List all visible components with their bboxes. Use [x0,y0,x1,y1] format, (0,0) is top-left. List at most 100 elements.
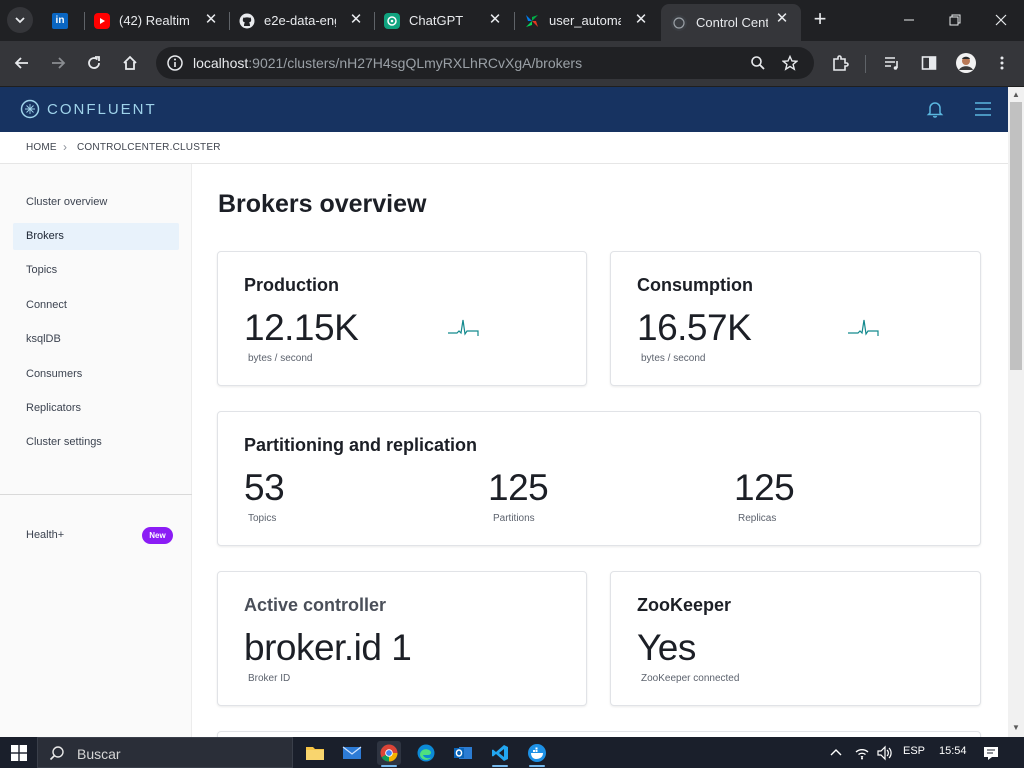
language-indicator[interactable]: ESP [903,745,925,757]
star-icon[interactable] [782,55,798,71]
more-vert-icon [1000,56,1004,70]
card-title: Production [244,275,339,295]
vscode-icon[interactable] [488,741,512,765]
docker-icon[interactable] [525,741,549,765]
clock[interactable]: 15:54 [939,745,967,757]
browser-toolbar: localhost:9021/clusters/nH27H4sgQLmyRXLh… [0,41,1024,87]
start-button[interactable] [0,737,37,768]
scroll-thumb[interactable] [1010,102,1022,370]
close-icon[interactable]: ✕ [775,11,789,26]
sidebar: Cluster overview Brokers Topics Connect … [0,164,192,737]
tab-linkedin[interactable]: in [42,5,82,36]
address-url: localhost:9021/clusters/nH27H4sgQLmyRXLh… [193,55,582,71]
speaker-icon[interactable] [876,745,892,761]
sidebar-item-cluster-settings[interactable]: Cluster settings [13,429,179,456]
sidebar-item-ksqldb[interactable]: ksqlDB [13,326,179,353]
forward-button[interactable] [44,49,72,77]
arrow-right-icon [52,57,66,69]
outlook-icon[interactable] [451,741,475,765]
new-tab-button[interactable]: + [808,8,832,32]
card-title: ZooKeeper [637,595,732,615]
minimize-button[interactable] [886,0,932,40]
arrow-left-icon [14,57,28,69]
zoom-icon[interactable] [750,55,766,71]
sidebar-item-topics[interactable]: Topics [13,257,179,284]
breadcrumb-home[interactable]: HOME [26,142,57,153]
page-title: Brokers overview [218,190,427,218]
production-card[interactable]: Production 12.15K bytes / second [217,251,587,386]
chevron-up-icon[interactable] [830,747,842,757]
search-placeholder: Buscar [77,746,121,762]
profile-button[interactable] [952,49,980,77]
info-icon[interactable] [166,54,184,72]
active-controller-card[interactable]: Active controller broker.id 1 Broker ID [217,571,587,706]
sidebar-item-connect[interactable]: Connect [13,292,179,319]
close-icon[interactable]: ✕ [488,12,502,27]
url-path: :9021/clusters/nH27H4sgQLmyRXLhRCvXgA/br… [248,55,583,71]
taskbar-search[interactable]: Buscar [37,737,293,768]
chevron-right-icon: › [206,140,210,154]
github-icon [239,12,255,29]
tab-title: e2e-data-eng [264,13,336,28]
search-icon [49,746,64,761]
scroll-down-icon[interactable]: ▼ [1011,723,1021,733]
media-button[interactable] [878,49,906,77]
edge-icon[interactable] [414,741,438,765]
wifi-icon[interactable] [854,745,870,761]
url-host: localhost [193,55,249,71]
youtube-icon [94,12,110,29]
file-explorer-icon[interactable] [303,741,327,765]
close-window-button[interactable] [978,0,1024,40]
production-sparkline [448,319,479,336]
new-badge: New [142,527,173,544]
card-title: Consumption [637,275,753,295]
home-button[interactable] [116,49,144,77]
tab-youtube[interactable]: (42) Realtime ✕ [84,5,230,36]
chrome-icon[interactable] [377,741,401,765]
avatar [956,53,976,73]
sidebar-item-consumers[interactable]: Consumers [13,361,179,388]
browser-tab-strip: in (42) Realtime ✕ e2e-data-eng ✕ ChatGP… [0,0,1024,41]
partitioning-card[interactable]: Partitioning and replication 53 Topics 1… [217,411,981,546]
breadcrumb-cluster[interactable]: CONTROLCENTER.CLUSTER [77,142,221,153]
sidebar-item-cluster-overview[interactable]: Cluster overview [13,189,179,216]
mail-icon[interactable] [340,741,364,765]
notification-center-icon[interactable] [983,745,999,761]
browser-menu-button[interactable] [988,49,1016,77]
reload-button[interactable] [80,49,108,77]
app-menu-button[interactable] [974,100,992,123]
sidebar-item-replicators[interactable]: Replicators [13,395,179,422]
scroll-up-icon[interactable]: ▲ [1011,90,1021,100]
notifications-button[interactable] [926,100,944,123]
confluent-logo[interactable]: CONFLUENT [20,99,157,119]
confluent-logo-icon [20,99,40,119]
extensions-button[interactable] [826,49,854,77]
tab-title: Control Cente [696,15,768,30]
tab-chatgpt[interactable]: ChatGPT ✕ [374,5,514,36]
close-icon[interactable]: ✕ [634,12,648,27]
side-panel-button[interactable] [915,49,943,77]
partitions-count: 125 [488,467,549,508]
address-bar[interactable]: localhost:9021/clusters/nH27H4sgQLmyRXLh… [156,47,814,79]
tab-title: ChatGPT [409,13,464,28]
close-icon[interactable]: ✕ [204,12,218,27]
tab-airflow[interactable]: user_automat ✕ [514,5,660,36]
back-button[interactable] [8,49,36,77]
linkedin-icon: in [52,12,68,29]
side-panel-icon [921,56,937,70]
partitions-label: Partitions [493,513,535,524]
consumption-card[interactable]: Consumption 16.57K bytes / second [610,251,981,386]
card-title: Active controller [244,595,387,615]
page-scrollbar[interactable]: ▲ ▼ [1008,87,1024,737]
tab-search-button[interactable] [7,7,33,33]
home-icon [123,55,137,70]
close-icon[interactable]: ✕ [349,12,363,27]
app-header: CONFLUENT [0,87,1008,132]
tab-control-center[interactable]: Control Cente ✕ [661,4,801,41]
tab-github[interactable]: e2e-data-eng ✕ [229,5,375,36]
zookeeper-card[interactable]: ZooKeeper Yes ZooKeeper connected [610,571,981,706]
restore-button[interactable] [932,0,978,40]
tab-title: (42) Realtime [119,13,189,28]
sidebar-item-brokers[interactable]: Brokers [13,223,179,250]
running-app-indicator [529,765,545,767]
